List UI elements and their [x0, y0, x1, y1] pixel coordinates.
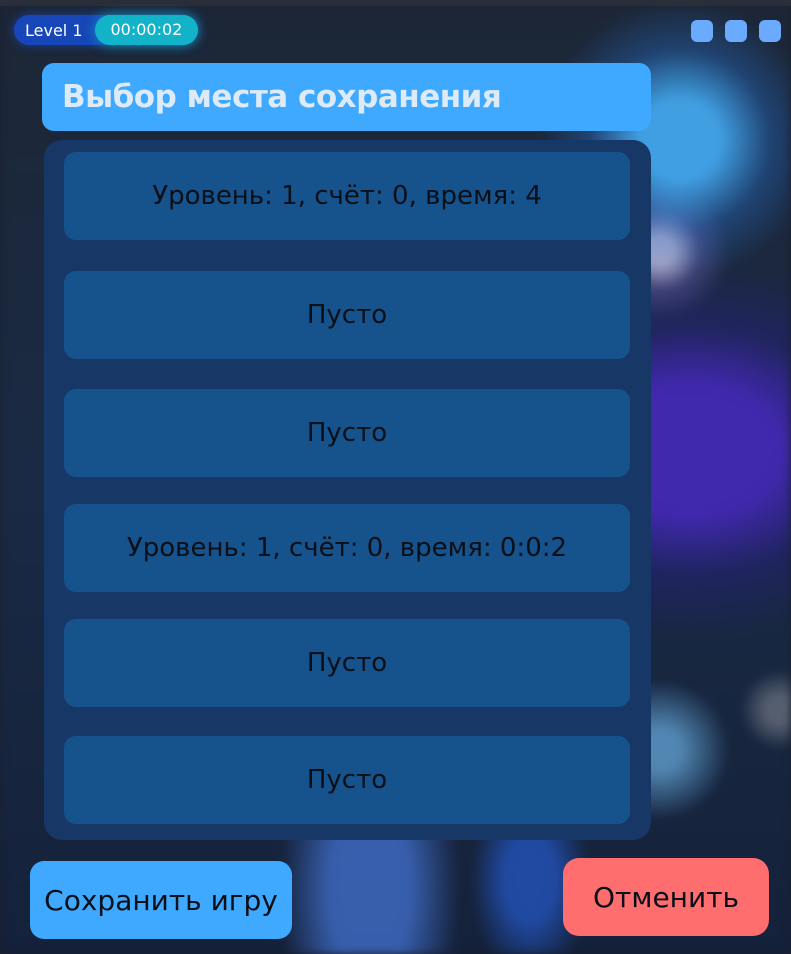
timer-display: 00:00:02	[94, 15, 199, 45]
save-game-button[interactable]: Сохранить игру	[30, 861, 292, 939]
game-window: Level 1 00:00:02 Выбор места сохранения …	[0, 0, 791, 954]
window-controls	[691, 20, 781, 42]
minimize-button[interactable]	[691, 20, 713, 42]
save-slot-1[interactable]: Уровень: 1, счёт: 0, время: 4	[64, 152, 630, 240]
save-slot-3[interactable]: Пусто	[64, 389, 630, 477]
save-slots-list: Уровень: 1, счёт: 0, время: 4 Пусто Пуст…	[44, 140, 651, 840]
window-top-border	[0, 0, 791, 6]
maximize-button[interactable]	[725, 20, 747, 42]
cancel-button[interactable]: Отменить	[563, 858, 769, 936]
dialog-title: Выбор места сохранения	[62, 79, 502, 115]
level-label: Level 1	[25, 20, 83, 40]
close-button[interactable]	[759, 20, 781, 42]
save-slot-5[interactable]: Пусто	[64, 619, 630, 707]
save-slot-2[interactable]: Пусто	[64, 271, 630, 359]
hud-level-indicator: Level 1 00:00:02	[14, 15, 199, 45]
save-slot-4[interactable]: Уровень: 1, счёт: 0, время: 0:0:2	[64, 504, 630, 592]
save-slot-6[interactable]: Пусто	[64, 736, 630, 824]
save-dialog-header: Выбор места сохранения	[42, 63, 651, 131]
